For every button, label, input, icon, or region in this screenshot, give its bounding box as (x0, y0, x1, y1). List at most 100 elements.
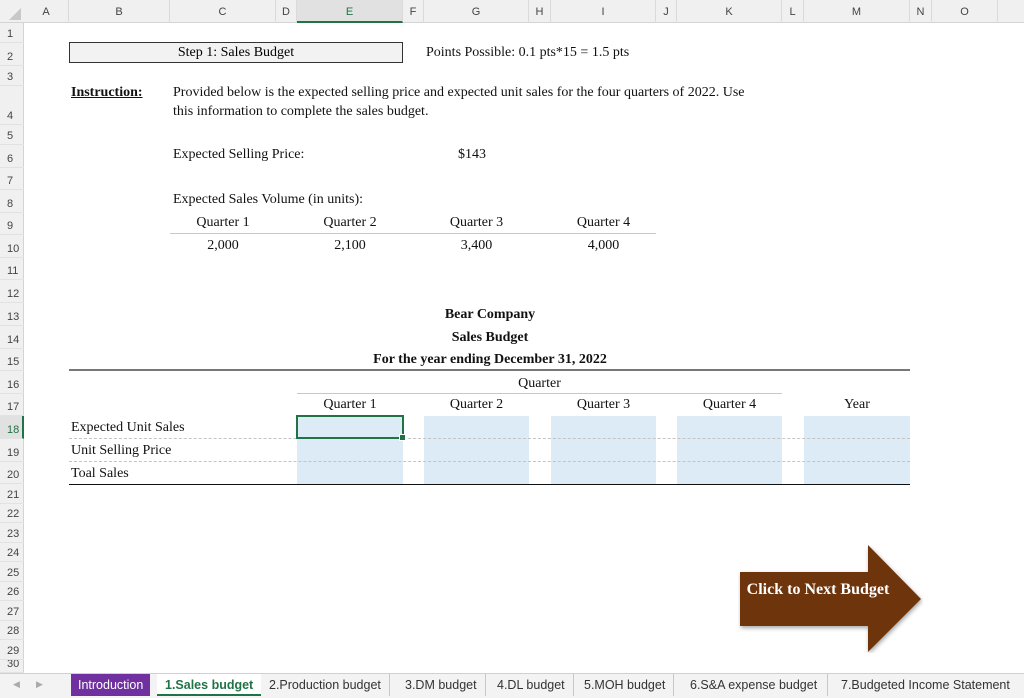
column-header-o[interactable]: O (932, 0, 998, 23)
budget-column-header: Quarter 2 (449, 397, 504, 412)
step-title: Step 1: Sales Budget (177, 45, 295, 60)
sheet-tab-production-budget[interactable]: 2.Production budget (261, 674, 390, 696)
budget-bottom-rule (69, 484, 910, 485)
volume-value: 3,400 (460, 238, 493, 253)
row-header[interactable]: 2 (0, 43, 24, 66)
volume-header-divider (170, 233, 656, 234)
column-header-e[interactable]: E (297, 0, 403, 23)
row-header[interactable]: 5 (0, 125, 24, 145)
column-header-g[interactable]: G (424, 0, 529, 23)
row-header[interactable]: 26 (0, 582, 24, 601)
row-label-total-sales: Toal Sales (71, 466, 129, 481)
row-header[interactable]: 6 (0, 145, 24, 168)
step-title-box: Step 1: Sales Budget (69, 42, 403, 63)
row-header-selected[interactable]: 18 (0, 416, 24, 439)
input-cells-quarter-2[interactable] (424, 416, 529, 484)
budget-column-header: Year (844, 397, 870, 412)
volume-quarter-header: Quarter 4 (576, 215, 631, 230)
quarter-group-divider (297, 393, 782, 394)
row-header[interactable]: 16 (0, 371, 24, 394)
row-header[interactable]: 3 (0, 66, 24, 86)
row-header[interactable]: 25 (0, 562, 24, 582)
row-header[interactable]: 1 (0, 23, 24, 43)
row-header[interactable]: 22 (0, 504, 24, 523)
scroll-tabs-right-icon[interactable]: ▶ (36, 679, 43, 690)
row-header[interactable]: 10 (0, 235, 24, 258)
row-header[interactable]: 28 (0, 621, 24, 640)
row-header[interactable]: 30 (0, 660, 24, 673)
row-header[interactable]: 27 (0, 601, 24, 621)
points-possible: Points Possible: 0.1 pts*15 = 1.5 pts (426, 45, 630, 60)
next-budget-button[interactable]: Click to Next Budget (738, 545, 923, 653)
row-header[interactable]: 11 (0, 258, 24, 280)
quarter-group-header: Quarter (518, 376, 561, 391)
row-header[interactable]: 17 (0, 394, 24, 416)
volume-quarter-header: Quarter 1 (196, 215, 250, 230)
column-header-l[interactable]: L (782, 0, 804, 23)
sheet-tab-budgeted-income-statement[interactable]: 7.Budgeted Income Statement (833, 674, 1018, 696)
column-header-j[interactable]: J (656, 0, 677, 23)
row-header[interactable]: 9 (0, 213, 24, 235)
instruction-text-line1: Provided below is the expected selling p… (173, 85, 745, 100)
budget-column-header: Quarter 1 (323, 397, 377, 412)
row-header-bar: 1 2 3 4 5 6 7 8 9 10 11 12 13 14 15 16 1… (0, 23, 24, 673)
row-header[interactable]: 4 (0, 86, 24, 125)
budget-period: For the year ending December 31, 2022 (373, 352, 607, 367)
row-label-unit-selling-price: Unit Selling Price (71, 443, 172, 458)
column-header-b[interactable]: B (69, 0, 170, 23)
row-header[interactable]: 8 (0, 190, 24, 213)
row-header[interactable]: 12 (0, 280, 24, 303)
sheet-tab-introduction[interactable]: Introduction (71, 674, 151, 696)
company-name: Bear Company (444, 307, 536, 322)
row-header[interactable]: 13 (0, 303, 24, 326)
column-header-i[interactable]: I (551, 0, 656, 23)
instruction-text-line2: this information to complete the sales b… (173, 104, 429, 119)
row-header[interactable]: 14 (0, 326, 24, 349)
row-header[interactable]: 15 (0, 349, 24, 371)
column-header-n[interactable]: N (910, 0, 932, 23)
input-cells-year[interactable] (804, 416, 910, 484)
volume-value: 2,000 (207, 238, 239, 253)
budget-top-rule (69, 369, 910, 371)
column-header-d[interactable]: D (276, 0, 297, 23)
row-header[interactable]: 29 (0, 640, 24, 660)
sheet-tab-dm-budget[interactable]: 3.DM budget (397, 674, 486, 696)
volume-quarter-header: Quarter 3 (449, 215, 504, 230)
select-all-corner[interactable] (0, 0, 24, 23)
column-header-f[interactable]: F (403, 0, 424, 23)
next-budget-label: Click to Next Budget (746, 581, 890, 598)
instruction-label: Instruction: (71, 85, 143, 100)
column-header-m[interactable]: M (804, 0, 910, 23)
sheet-tab-moh-budget[interactable]: 5.MOH budget (576, 674, 675, 696)
row-header[interactable]: 7 (0, 168, 24, 190)
column-header-a[interactable]: A (24, 0, 69, 23)
row-header[interactable]: 23 (0, 523, 24, 543)
column-header-bar: A B C D E F G H I J K L M N O (0, 0, 1024, 23)
column-header-c[interactable]: C (170, 0, 276, 23)
volume-value: 4,000 (587, 238, 620, 253)
scroll-tabs-left-icon[interactable]: ◀ (13, 679, 20, 690)
column-header-k[interactable]: K (677, 0, 782, 23)
column-header-h[interactable]: H (529, 0, 551, 23)
active-cell-selection[interactable] (296, 415, 406, 441)
row-header[interactable]: 19 (0, 439, 24, 462)
row-divider (69, 461, 910, 462)
row-divider (69, 438, 910, 439)
input-cells-quarter-3[interactable] (551, 416, 656, 484)
sheet-tab-bar: ◀ ▶ Introduction 1.Sales budget 2.Produc… (0, 673, 1024, 698)
sales-volume-label: Expected Sales Volume (in units): (173, 192, 364, 207)
budget-title: Sales Budget (451, 330, 529, 345)
row-header[interactable]: 21 (0, 484, 24, 504)
sheet-tab-sa-expense-budget[interactable]: 6.S&A expense budget (680, 674, 829, 696)
row-header[interactable]: 24 (0, 543, 24, 562)
input-cells-quarter-4[interactable] (677, 416, 782, 484)
volume-value: 2,100 (334, 238, 366, 253)
budget-column-header: Quarter 4 (702, 397, 757, 412)
row-label-expected-unit-sales: Expected Unit Sales (71, 420, 185, 435)
selling-price-value: $143 (458, 147, 486, 162)
sheet-tab-sales-budget[interactable]: 1.Sales budget (157, 674, 262, 696)
selling-price-label: Expected Selling Price: (173, 147, 305, 162)
row-header[interactable]: 20 (0, 462, 24, 484)
volume-quarter-header: Quarter 2 (323, 215, 377, 230)
sheet-tab-dl-budget[interactable]: 4.DL budget (489, 674, 574, 696)
